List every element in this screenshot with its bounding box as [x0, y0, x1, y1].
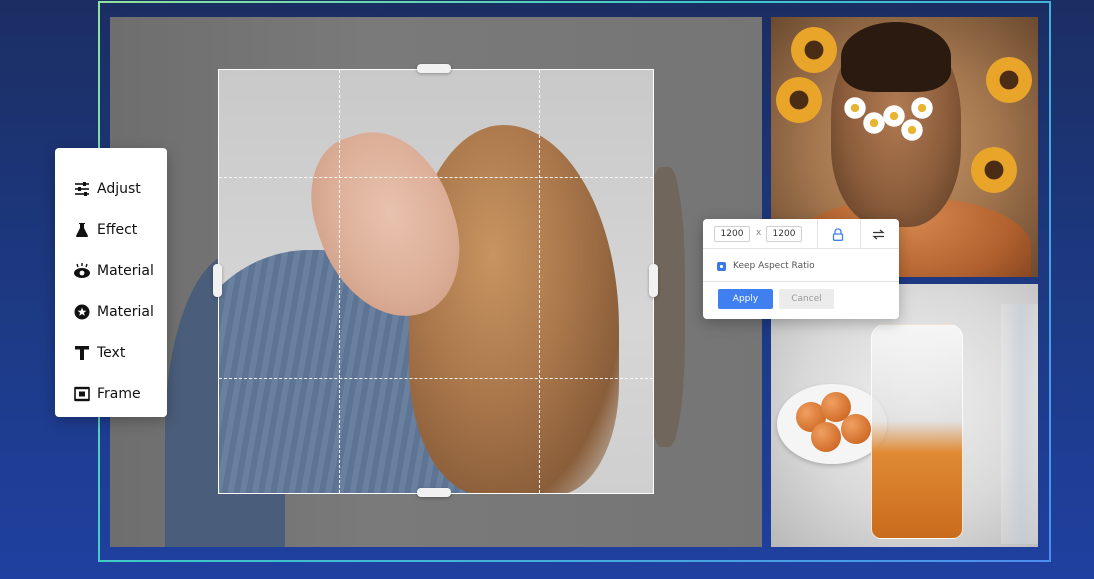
divider	[817, 219, 818, 249]
tool-label-effect: Effect	[97, 221, 138, 238]
swap-dimensions-button[interactable]	[868, 224, 888, 244]
daisy-5	[911, 97, 933, 119]
apricot-4	[841, 414, 871, 444]
crop-handle-bottom[interactable]	[417, 488, 451, 497]
tool-label-material-1: Material	[97, 262, 154, 279]
drink-glass	[871, 324, 963, 539]
photo-tile-drink[interactable]	[771, 284, 1038, 547]
divider	[860, 219, 861, 249]
frame-icon	[73, 385, 91, 403]
crop-grid-line-vertical-2	[539, 70, 540, 493]
crop-handle-right[interactable]	[649, 264, 658, 297]
daisy-1	[844, 97, 866, 119]
keep-aspect-ratio-checkbox[interactable]	[717, 261, 726, 271]
sunflower-3	[986, 57, 1032, 103]
text-t-icon	[73, 344, 91, 362]
tool-item-effect[interactable]: Effect	[55, 209, 167, 250]
tool-label-frame: Frame	[97, 385, 141, 402]
sunflower-1	[791, 27, 837, 73]
dialog-divider	[703, 281, 899, 282]
dimension-separator: x	[756, 228, 762, 238]
tool-item-adjust[interactable]: Adjust	[55, 168, 167, 209]
resize-dialog: x Keep Aspect Ratio Apply Cancel	[703, 219, 899, 319]
apricot-3	[811, 422, 841, 452]
crop-grid-line-horizontal-2	[219, 378, 653, 379]
crop-handle-top[interactable]	[417, 64, 451, 73]
eye-icon	[73, 262, 91, 280]
tool-menu: Adjust Effect Material Material Text Fra…	[55, 148, 167, 417]
crop-handle-left[interactable]	[213, 264, 222, 297]
lock-icon	[832, 227, 844, 241]
tool-label-adjust: Adjust	[97, 180, 141, 197]
editing-canvas[interactable]	[110, 17, 762, 547]
lock-aspect-button[interactable]	[828, 224, 848, 244]
keep-aspect-ratio-option[interactable]: Keep Aspect Ratio	[717, 259, 815, 273]
dimension-row: x	[703, 219, 899, 249]
star-badge-icon	[73, 303, 91, 321]
sunflower-2	[776, 77, 822, 123]
portrait-hair	[841, 22, 951, 92]
height-input[interactable]	[766, 226, 802, 242]
width-input[interactable]	[714, 226, 750, 242]
apply-button[interactable]: Apply	[718, 289, 773, 309]
daisy-4	[901, 119, 923, 141]
cancel-button[interactable]: Cancel	[779, 289, 834, 309]
crop-grid-line-horizontal-1	[219, 177, 653, 178]
tool-label-text: Text	[97, 344, 126, 361]
daisy-2	[863, 112, 885, 134]
tool-item-material-1[interactable]: Material	[55, 250, 167, 291]
tool-label-material-2: Material	[97, 303, 154, 320]
crop-box[interactable]	[218, 69, 654, 494]
tool-item-text[interactable]: Text	[55, 332, 167, 373]
swap-arrows-icon	[871, 229, 885, 239]
flask-icon	[73, 221, 91, 239]
keep-aspect-ratio-label: Keep Aspect Ratio	[733, 261, 815, 271]
sliders-icon	[73, 180, 91, 198]
glass-bottle	[1001, 304, 1038, 544]
tool-item-material-2[interactable]: Material	[55, 291, 167, 332]
crop-grid-line-vertical-1	[339, 70, 340, 493]
sunflower-4	[971, 147, 1017, 193]
tool-item-frame[interactable]: Frame	[55, 373, 167, 414]
